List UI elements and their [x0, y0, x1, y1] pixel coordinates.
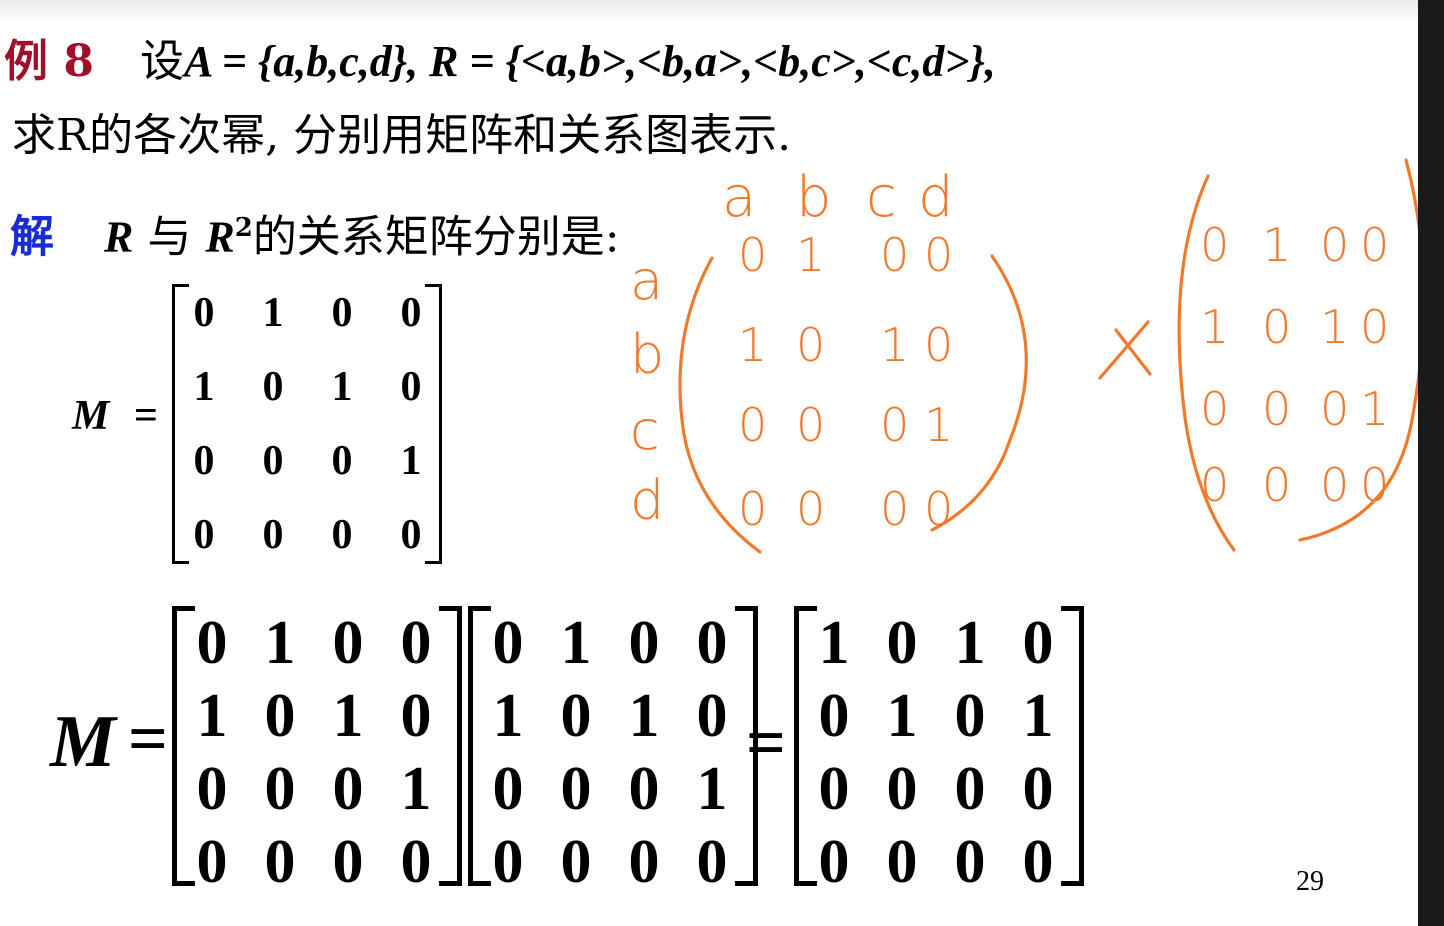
ink-matrix2-cell: 0 — [1360, 458, 1390, 512]
ink-matrix2-cell: 0 — [1200, 218, 1230, 272]
ink-matrix2-cell: 0 — [1200, 382, 1230, 436]
ink-matrix2-cell: 0 — [1360, 300, 1390, 354]
ink-row-head: b — [630, 323, 665, 386]
viewer-scrollbar[interactable] — [1418, 0, 1444, 926]
ink-matrix2-cell: 0 — [1262, 300, 1292, 354]
ink-matrix1-cell: 0 — [796, 398, 826, 452]
page-number: 29 — [1296, 866, 1324, 897]
ink-times-a — [1098, 320, 1150, 380]
ink-col-head: b — [796, 165, 832, 230]
ink-matrix2-cell: 0 — [1320, 458, 1350, 512]
ink-matrix1-cell: 0 — [796, 482, 826, 536]
ink-matrix1-cell: 1 — [880, 318, 910, 372]
ink-matrix2-cell: 0 — [1360, 218, 1390, 272]
ink-paren-2-right — [1298, 158, 1418, 542]
ink-matrix2-cell: 1 — [1360, 382, 1390, 436]
ink-matrix1-cell: 0 — [924, 318, 954, 372]
ink-matrix2-cell: 0 — [1320, 218, 1350, 272]
ink-matrix1-cell: 0 — [796, 318, 826, 372]
ink-col-head: c — [866, 165, 897, 230]
ink-matrix1-cell: 0 — [738, 482, 768, 536]
ink-matrix1-cell: 1 — [796, 228, 826, 282]
ink-matrix2-cell: 1 — [1262, 218, 1292, 272]
ink-matrix1-cell: 1 — [738, 318, 768, 372]
ink-col-head: d — [918, 165, 954, 230]
ink-matrix1-cell: 1 — [924, 398, 954, 452]
ink-matrix2-cell: 0 — [1320, 382, 1350, 436]
ink-matrix2-cell: 1 — [1320, 300, 1350, 354]
ink-matrix1-cell: 0 — [738, 228, 768, 282]
ink-matrix2-cell: 1 — [1200, 300, 1230, 354]
ink-matrix2-cell: 0 — [1262, 382, 1292, 436]
ink-matrix2-cell: 0 — [1200, 458, 1230, 512]
ink-col-head: a — [722, 165, 757, 230]
ink-matrix1-cell: 0 — [880, 482, 910, 536]
slide: 例 8 设A = {a,b,c,d}, R = {<a,b>,<b,a>,<b,… — [0, 0, 1418, 926]
ink-matrix1-cell: 0 — [738, 398, 768, 452]
ink-matrix1-cell: 0 — [880, 228, 910, 282]
ink-matrix1-cell: 0 — [924, 482, 954, 536]
ink-row-head: a — [630, 249, 664, 312]
ink-row-head: c — [630, 399, 660, 462]
ink-row-head: d — [630, 469, 665, 532]
ink-matrix1-cell: 0 — [880, 398, 910, 452]
ink-matrix1-cell: 0 — [924, 228, 954, 282]
ink-matrix2-cell: 0 — [1262, 458, 1292, 512]
